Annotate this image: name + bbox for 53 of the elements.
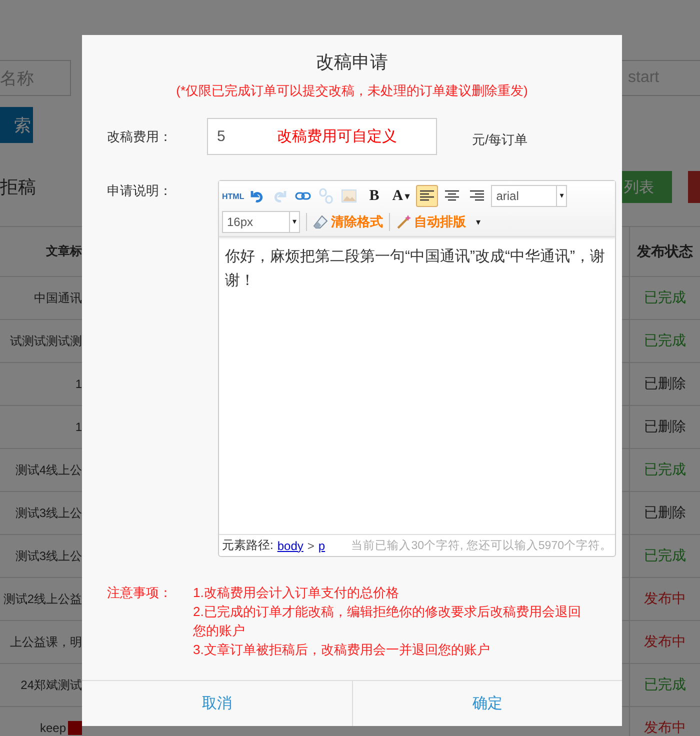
character-counter: 当前已输入30个字符, 您还可以输入5970个字符。 (351, 538, 612, 553)
table-cell: 试测试测试测 (10, 332, 82, 350)
status-cell: 发布中 (629, 578, 700, 620)
font-size-select[interactable]: 16px ▾ (222, 211, 300, 233)
table-cell: 测试3线上公 (15, 548, 82, 564)
status-cell: 已完成 (629, 449, 700, 491)
auto-format-button[interactable]: 自动排版 ▾ (396, 213, 481, 231)
status-cell: 已删除 (629, 406, 700, 448)
path-label: 元素路径: (222, 537, 274, 554)
note-text: 1.改稿费用会计入订单支付的总价格 (193, 584, 400, 602)
table-cell: 测试4线上公 (15, 462, 82, 478)
align-right-icon (470, 190, 484, 202)
unit-label: 元/每订单 (472, 130, 528, 148)
path-separator: > (307, 538, 314, 552)
magic-wand-icon (396, 214, 412, 230)
path-link[interactable]: body (277, 538, 304, 552)
status-cell: 已完成 (629, 320, 700, 362)
notes-label: 注意事项： (106, 584, 173, 602)
status-cell: 已完成 (629, 664, 700, 706)
fee-input[interactable]: 5 改稿费用可自定义 (207, 118, 437, 155)
table-cell: 测试2线上公益 (3, 590, 82, 608)
status-cell: 已删除 (629, 363, 700, 405)
eraser-icon (313, 214, 329, 230)
bold-button[interactable]: B (362, 186, 386, 206)
note-text: 3.文章订单被拒稿后，改稿费用会一并退回您的账户 (193, 641, 491, 659)
dialog-title: 改稿申请 (315, 51, 389, 74)
path-link[interactable]: p (318, 538, 326, 552)
column-header: 发布状态 (629, 227, 700, 276)
align-center-icon (445, 190, 460, 202)
table-cell: 1 (75, 420, 82, 434)
font-color-button[interactable]: A▾ (389, 186, 414, 206)
table-cell: 中国通讯 (34, 290, 82, 306)
description-label: 申请说明： (106, 182, 173, 200)
column-header: 文章标 (45, 243, 82, 260)
note-text: 2.已完成的订单才能改稿，编辑拒绝你的修改要求后改稿费用会退回您的账户 (193, 603, 582, 640)
font-select[interactable]: arial ▾ (491, 185, 568, 207)
status-cell: 已删除 (629, 492, 700, 534)
status-cell: 发布中 (629, 707, 700, 736)
tab[interactable]: 拒稿 (0, 175, 36, 199)
table-cell: 24郑斌测试 (20, 676, 82, 694)
align-left-icon (420, 190, 434, 202)
align-left-button[interactable] (416, 185, 438, 207)
table-cell: keep (40, 721, 66, 735)
status-cell: 已完成 (629, 277, 700, 319)
notice-text: (*仅限已完成订单可以提交改稿，未处理的订单建议删除重发) (175, 82, 529, 100)
html-button[interactable]: HTML (222, 186, 244, 206)
status-cell: 已完成 (629, 535, 700, 577)
table-cell: 上公益课，明 (10, 634, 82, 650)
table-cell: 测试3线上公 (15, 504, 82, 522)
editor-text[interactable]: 你好，麻烦把第二段第一句“中国通讯”改成“中华通讯”，谢谢！ (219, 237, 615, 534)
fee-label: 改稿费用： (106, 128, 173, 146)
status-cell: 发布中 (629, 621, 700, 663)
table-cell: 1 (75, 377, 82, 391)
